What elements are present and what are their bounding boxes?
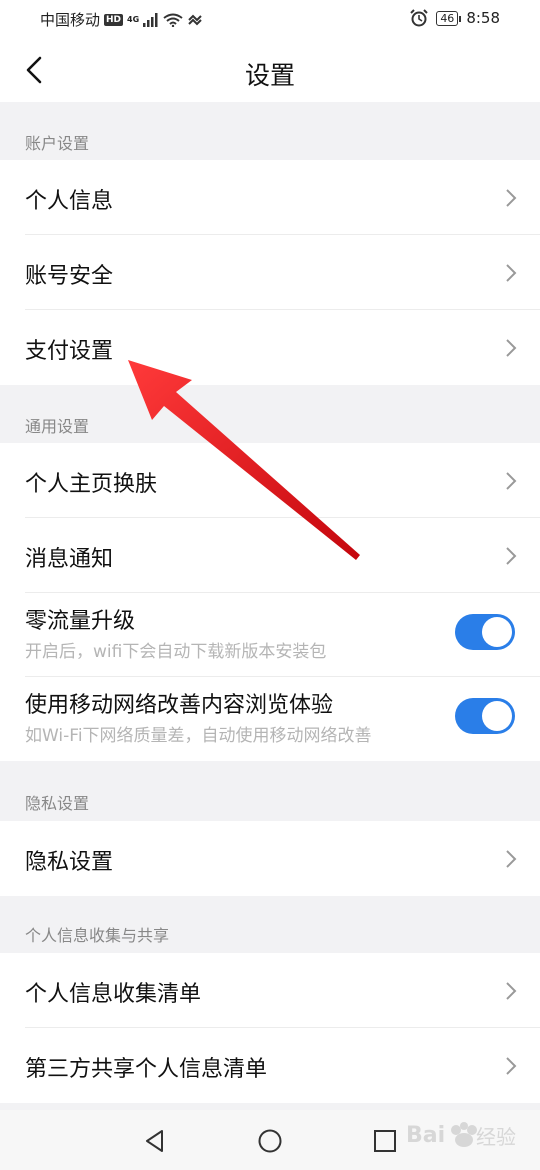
row-zero-data-upgrade: 零流量升级 开启后，wifi下会自动下载新版本安装包 (0, 593, 540, 677)
carrier-name: 中国移动 (40, 11, 101, 29)
row-info-collection-list[interactable]: 个人信息收集清单 (0, 953, 540, 1028)
baidu-watermark-logo: Bai 经验 (406, 1122, 516, 1149)
row-label: 隐私设置 (25, 850, 114, 875)
network-type: 4G (127, 15, 140, 24)
signal-icon (143, 12, 158, 27)
zero-data-upgrade-toggle[interactable] (455, 614, 515, 650)
section-header-label: 个人信息收集与共享 (25, 926, 170, 945)
chevron-right-icon (506, 1057, 517, 1075)
row-label: 个人信息收集清单 (25, 982, 202, 1007)
triangle-back-icon[interactable] (140, 1126, 170, 1156)
nav-bar: 设置 (0, 38, 540, 102)
row-privacy-settings[interactable]: 隐私设置 (0, 821, 540, 896)
svg-text:经验: 经验 (476, 1125, 516, 1149)
status-right: 46 8:58 (410, 9, 500, 27)
row-label: 个人主页换肤 (25, 472, 158, 497)
clock-time: 8:58 (466, 9, 500, 27)
alarm-icon (410, 9, 429, 27)
section-header-label: 隐私设置 (25, 794, 90, 813)
mobile-network-improve-toggle[interactable] (455, 698, 515, 734)
page-title: 设置 (244, 61, 295, 90)
wifi-icon (163, 13, 183, 27)
row-mobile-network-improve: 使用移动网络改善内容浏览体验 如Wi-Fi下网络质量差，自动使用移动网络改善 (0, 677, 540, 761)
row-label: 零流量升级 (25, 609, 136, 634)
row-label: 账号安全 (25, 264, 114, 289)
section-header-label: 账户设置 (25, 134, 90, 153)
row-label: 使用移动网络改善内容浏览体验 (25, 693, 334, 718)
chevron-right-icon (506, 547, 517, 565)
row-sublabel: 如Wi-Fi下网络质量差，自动使用移动网络改善 (25, 726, 372, 746)
status-bar: 中国移动 HD 4G 46 8:58 (0, 0, 540, 38)
chevron-right-icon (506, 850, 517, 868)
section-header-info-sharing: 个人信息收集与共享 (0, 896, 540, 953)
battery-indicator: 46 (436, 10, 462, 26)
section-header-general: 通用设置 (0, 385, 540, 443)
row-payment-settings[interactable]: 支付设置 (0, 310, 540, 385)
section-header-label: 通用设置 (25, 417, 90, 436)
row-account-security[interactable]: 账号安全 (0, 235, 540, 310)
row-personal-info[interactable]: 个人信息 (0, 160, 540, 235)
row-sublabel: 开启后，wifi下会自动下载新版本安装包 (25, 642, 327, 662)
row-label: 消息通知 (25, 547, 114, 572)
row-third-party-sharing-list[interactable]: 第三方共享个人信息清单 (0, 1028, 540, 1103)
hd-badge: HD (104, 13, 124, 26)
row-label: 第三方共享个人信息清单 (25, 1057, 268, 1082)
row-label: 个人信息 (25, 189, 114, 214)
square-recents-icon[interactable] (370, 1126, 400, 1156)
row-homepage-skin[interactable]: 个人主页换肤 (0, 443, 540, 518)
chevron-right-icon (506, 264, 517, 282)
row-label: 支付设置 (25, 339, 114, 364)
row-message-notifications[interactable]: 消息通知 (0, 518, 540, 593)
chevron-right-icon (506, 189, 517, 207)
status-left: 中国移动 HD 4G (40, 9, 203, 30)
chevron-right-icon (506, 472, 517, 490)
chevron-right-icon (506, 982, 517, 1000)
section-header-account: 账户设置 (0, 102, 540, 160)
section-header-privacy: 隐私设置 (0, 761, 540, 821)
toggle-knob (482, 701, 512, 731)
chevron-right-icon (506, 339, 517, 357)
toggle-knob (482, 617, 512, 647)
circle-home-icon[interactable] (255, 1126, 285, 1156)
link-icon (188, 14, 202, 25)
svg-text:Bai: Bai (406, 1123, 445, 1148)
